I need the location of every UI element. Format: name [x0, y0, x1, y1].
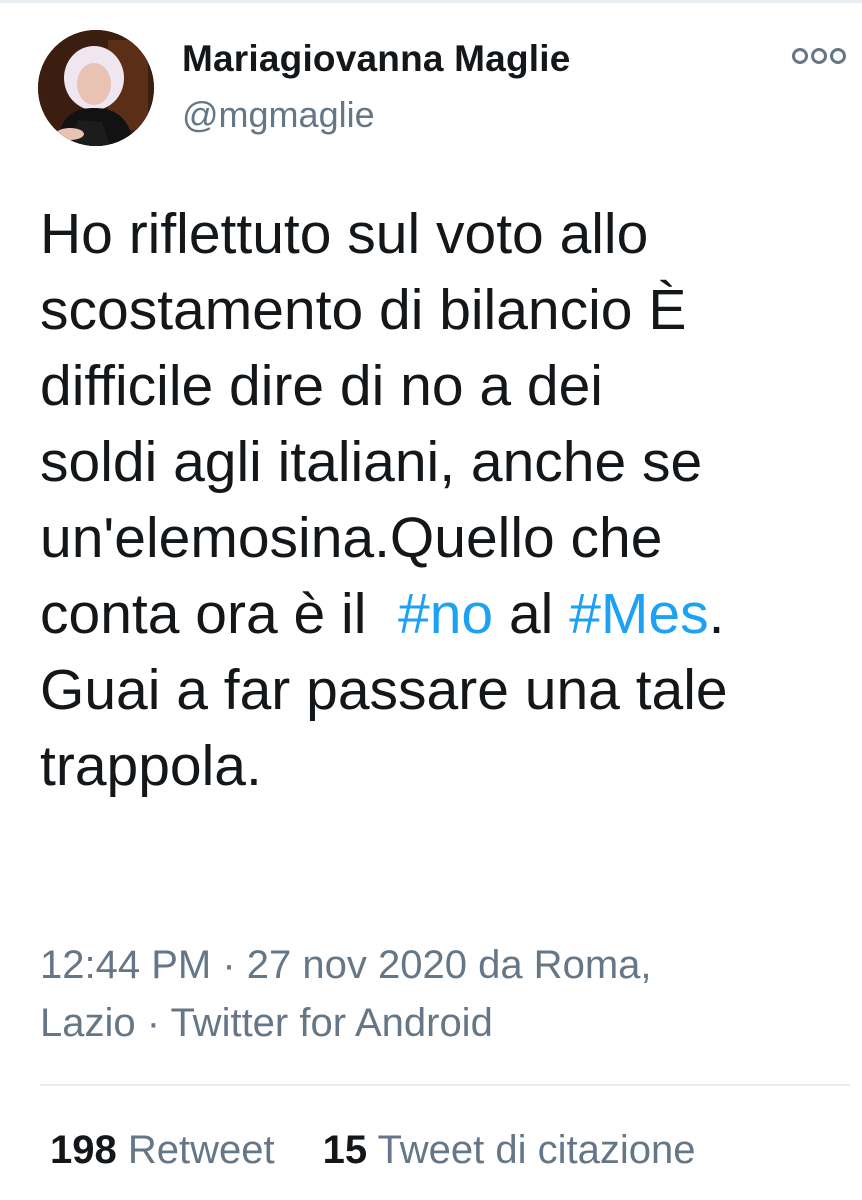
more-options-icon	[792, 48, 846, 64]
avatar-image	[38, 30, 154, 146]
quotes-stat[interactable]: 15 Tweet di citazione	[323, 1128, 696, 1173]
hashtag-no-link[interactable]: #no	[398, 582, 493, 646]
quotes-count: 15	[322, 1128, 368, 1172]
meta-separator: ·	[135, 1001, 171, 1045]
quotes-label: Tweet di citazione	[377, 1128, 696, 1172]
retweets-count: 198	[50, 1128, 117, 1172]
more-options-button[interactable]	[790, 40, 848, 72]
tweet-stats: 198 Retweet 15 Tweet di citazione	[50, 1128, 695, 1173]
tweet-text: Ho riflettuto sul voto allo scostamento …	[40, 196, 855, 804]
tweet-meta: 12:44 PM · 27 nov 2020 da Roma, Lazio · …	[40, 936, 840, 1052]
tweet-text-part: al	[493, 582, 570, 646]
tweet-text-part: Ho riflettuto sul voto allo scostamento …	[40, 202, 703, 646]
tweet-detail: Mariagiovanna Maglie @mgmaglie Ho riflet…	[0, 0, 862, 1200]
meta-separator: ·	[211, 943, 247, 987]
retweets-label: Retweet	[127, 1128, 275, 1172]
avatar[interactable]	[38, 30, 154, 146]
tweet-time[interactable]: 12:44 PM	[40, 943, 211, 987]
hashtag-mes-link[interactable]: #Mes	[569, 582, 708, 646]
stats-divider	[40, 1084, 850, 1086]
author-name[interactable]: Mariagiovanna Maglie	[182, 38, 571, 80]
author-handle[interactable]: @mgmaglie	[182, 94, 375, 136]
tweet-source[interactable]: Twitter for Android	[170, 1001, 492, 1045]
retweets-stat[interactable]: 198 Retweet	[50, 1128, 275, 1173]
top-divider	[0, 0, 862, 3]
